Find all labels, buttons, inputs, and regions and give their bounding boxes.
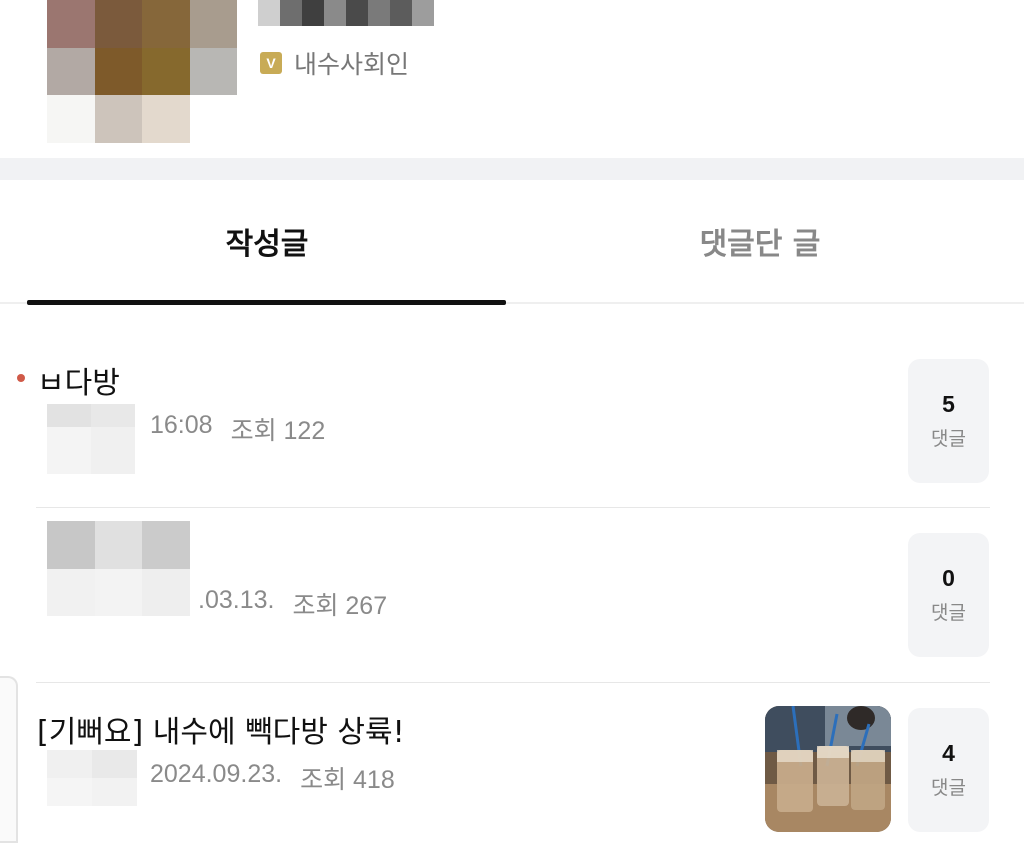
comment-count: 4 (942, 740, 955, 766)
author-blurred (47, 750, 137, 806)
comment-count-button[interactable]: 0 댓글 (908, 533, 989, 657)
avatar[interactable] (47, 0, 237, 144)
edge-panel-handle[interactable] (0, 676, 18, 843)
profile-tabs: 작성글 댓글단 글 (0, 180, 1024, 305)
post-date: 16:08 (150, 411, 213, 439)
comment-count: 0 (942, 565, 955, 591)
comment-label: 댓글 (931, 602, 966, 624)
view-count: 조회 122 (230, 417, 326, 445)
new-post-dot (17, 374, 25, 382)
tab-written-posts[interactable]: 작성글 (27, 180, 507, 302)
post-meta: 2024.09.23. 조회 418 (150, 760, 395, 796)
view-count: 조회 267 (292, 592, 388, 620)
author-blurred (47, 404, 135, 474)
post-date: .03.13. (198, 586, 275, 614)
comment-label: 댓글 (931, 777, 966, 799)
section-divider (0, 158, 1024, 180)
post-title: [기뻐요] 내수에 빽다방 상륙! (37, 715, 405, 750)
comment-count-button[interactable]: 4 댓글 (908, 708, 989, 832)
rank-badge-icon: V (260, 52, 282, 74)
title-blurred (47, 521, 190, 616)
profile-header: V 내수사회인 (0, 0, 1024, 158)
active-tab-indicator (27, 300, 506, 305)
comment-count-button[interactable]: 5 댓글 (908, 359, 989, 483)
member-rank: V 내수사회인 (260, 45, 409, 81)
tab-commented-posts[interactable]: 댓글단 글 (520, 180, 1000, 302)
rank-label: 내수사회인 (294, 50, 410, 79)
post-title: ㅂ다방 (37, 366, 120, 401)
list-divider (36, 682, 990, 683)
iced-coffee-photo-icon (765, 706, 891, 832)
view-count: 조회 418 (300, 766, 395, 794)
comment-count: 5 (942, 391, 955, 417)
post-meta: .03.13. 조회 267 (198, 586, 387, 622)
post-date: 2024.09.23. (150, 760, 283, 788)
nickname-blurred (258, 0, 434, 26)
post-meta: 16:08 조회 122 (150, 411, 325, 447)
comment-label: 댓글 (931, 428, 966, 450)
list-divider (36, 507, 990, 508)
post-thumbnail[interactable] (765, 706, 891, 832)
